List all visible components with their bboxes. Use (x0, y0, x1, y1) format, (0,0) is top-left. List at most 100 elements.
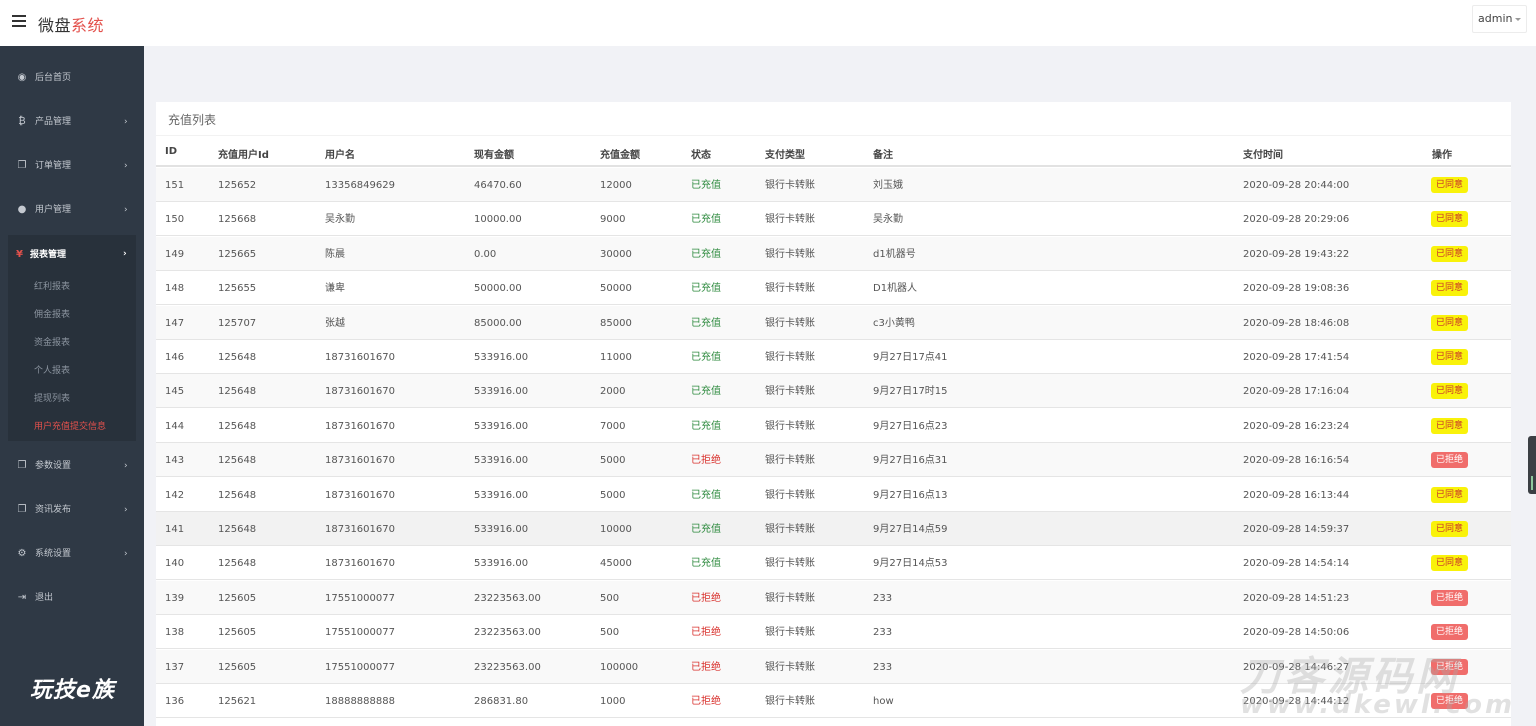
cell-id: 151 (165, 180, 185, 191)
copy-icon: ❐ (17, 160, 27, 171)
column-header: 支付类型 (765, 150, 805, 161)
cell-balance: 533916.00 (474, 524, 529, 535)
cell-id: 136 (165, 696, 185, 707)
chevron-right-icon: › (124, 161, 128, 171)
cell-amount: 5000 (600, 455, 626, 467)
cell-pay-time: 2020-09-28 14:54:14 (1243, 558, 1350, 570)
approved-button[interactable]: 已同意 (1431, 383, 1469, 400)
table-row: 146 125648 18731601670 533916.00 11000 已充值 银行卡… (156, 340, 1511, 374)
approved-button[interactable]: 已同意 (1431, 245, 1469, 262)
approved-button[interactable]: 已同意 (1431, 555, 1469, 572)
table-row: 149 125665 陈晨 0.00 30000 已充值 银行卡转账 d1机器号 2020-09… (156, 236, 1511, 271)
cell-username: 18731601670 (325, 489, 395, 501)
cell-status: 已充值 (691, 180, 721, 191)
sidebar-item-orders[interactable]: ❐ 订单管理 › (0, 144, 144, 188)
cell-balance: 533916.00 (474, 386, 529, 398)
cell-balance: 23223563.00 (474, 627, 541, 639)
cell-amount: 9000 (600, 214, 626, 226)
cell-pay-type: 银行卡转账 (765, 661, 815, 673)
cell-pay-type: 银行卡转账 (765, 420, 815, 432)
approved-button[interactable]: 已同意 (1431, 211, 1469, 228)
cell-status: 已拒绝 (691, 455, 721, 467)
approved-button[interactable]: 已同意 (1431, 521, 1469, 537)
sidebar-item-label: 报表管理 (30, 250, 67, 260)
cell-amount: 500 (600, 627, 620, 639)
cell-status: 已充值 (691, 214, 721, 226)
cell-note: 9月27日14点53 (873, 558, 948, 570)
cell-username: 谦卑 (325, 283, 345, 295)
sidebar-subitem-commission-report[interactable]: 佣金报表 (34, 309, 70, 321)
cell-pay-type: 银行卡转账 (765, 214, 815, 226)
side-panel-handle[interactable] (1528, 436, 1536, 494)
cell-amount: 11000 (600, 352, 632, 363)
yen-icon: ¥ (16, 249, 23, 260)
user-menu-button[interactable]: admin (1472, 5, 1527, 33)
sidebar-subitem-funds-report[interactable]: 资金报表 (34, 337, 70, 349)
sidebar-item-system[interactable]: ⚙ 系统设置 › (0, 532, 144, 576)
cell-pay-type: 银行卡转账 (765, 352, 815, 363)
brand-accent: 系统 (71, 16, 105, 35)
cell-pay-type: 银行卡转账 (765, 180, 815, 191)
cell-id: 149 (165, 248, 185, 260)
cell-amount: 85000 (600, 317, 632, 329)
cell-amount: 100000 (600, 661, 639, 673)
cell-status: 已拒绝 (691, 661, 721, 673)
sidebar-subitem-withdraw-list[interactable]: 提现列表 (34, 393, 70, 405)
sidebar-item-products[interactable]: ₿ 产品管理 › (0, 100, 144, 144)
sidebar-subitem-recharge-info[interactable]: 用户充值提交信息 (34, 421, 106, 433)
menu-toggle-icon[interactable] (12, 15, 26, 27)
user-menu-label: admin (1478, 12, 1513, 25)
column-header: 用户名 (325, 150, 355, 161)
dashboard-icon: ◉ (17, 72, 27, 83)
table-row: 144 125648 18731601670 533916.00 7000 已充值 银行卡转… (156, 409, 1511, 443)
approved-button[interactable]: 已同意 (1431, 417, 1469, 434)
rejected-button[interactable]: 已拒绝 (1431, 589, 1469, 606)
rejected-button[interactable]: 已拒绝 (1431, 452, 1469, 469)
sidebar-item-reports[interactable]: ¥ 报表管理 › (8, 235, 136, 275)
sidebar-item-label: 订单管理 (35, 161, 72, 171)
gears-icon: ⚙ (17, 548, 27, 559)
sidebar-item-params[interactable]: ❐ 参数设置 › (0, 444, 144, 488)
sidebar-subitem-personal-report[interactable]: 个人报表 (34, 365, 70, 377)
cell-note: c3小黄鸭 (873, 317, 915, 329)
brand-main: 微盘 (38, 16, 72, 35)
cell-note: 9月27日16点23 (873, 420, 948, 432)
approved-button[interactable]: 已同意 (1431, 486, 1469, 503)
cell-status: 已充值 (691, 524, 721, 535)
cell-id: 148 (165, 283, 185, 295)
cell-user-id: 125648 (218, 420, 257, 432)
cell-balance: 50000.00 (474, 283, 522, 295)
cell-id: 141 (165, 524, 185, 535)
approved-button[interactable]: 已同意 (1431, 349, 1469, 365)
cell-username: 18731601670 (325, 386, 395, 398)
cell-username: 18731601670 (325, 524, 395, 535)
cell-username: 张越 (325, 317, 345, 329)
cell-pay-type: 银行卡转账 (765, 696, 815, 707)
cell-pay-time: 2020-09-28 16:13:44 (1243, 489, 1350, 501)
approved-button[interactable]: 已同意 (1431, 177, 1469, 193)
sidebar-item-home[interactable]: ◉ 后台首页 (0, 56, 144, 100)
sidebar-item-news[interactable]: ❐ 资讯发布 › (0, 488, 144, 532)
cell-balance: 533916.00 (474, 420, 529, 432)
cell-amount: 45000 (600, 558, 632, 570)
cell-pay-time: 2020-09-28 14:51:23 (1243, 592, 1350, 604)
cell-pay-type: 银行卡转账 (765, 248, 815, 260)
sidebar-item-users[interactable]: ● 用户管理 › (0, 188, 144, 232)
approved-button[interactable]: 已同意 (1431, 314, 1469, 331)
cell-note: 233 (873, 592, 893, 604)
approved-button[interactable]: 已同意 (1431, 280, 1469, 297)
table-row: 145 125648 18731601670 533916.00 2000 已充值 银行卡转… (156, 374, 1511, 409)
chevron-right-icon: › (123, 249, 127, 259)
cell-status: 已充值 (691, 248, 721, 260)
cell-note: 233 (873, 661, 893, 673)
rejected-button[interactable]: 已拒绝 (1431, 624, 1469, 641)
cell-id: 147 (165, 317, 185, 329)
sidebar-subitem-dividend-report[interactable]: 红利报表 (34, 281, 70, 293)
cell-pay-time: 2020-09-28 19:43:22 (1243, 248, 1350, 260)
cell-user-id: 125648 (218, 558, 257, 570)
cell-pay-type: 银行卡转账 (765, 317, 815, 329)
sidebar-item-logout[interactable]: ⇥ 退出 (0, 576, 144, 620)
cell-amount: 50000 (600, 283, 632, 295)
table-row: 143 125648 18731601670 533916.00 5000 已拒绝 银行卡转… (156, 443, 1511, 478)
cell-username: 17551000077 (325, 627, 395, 639)
